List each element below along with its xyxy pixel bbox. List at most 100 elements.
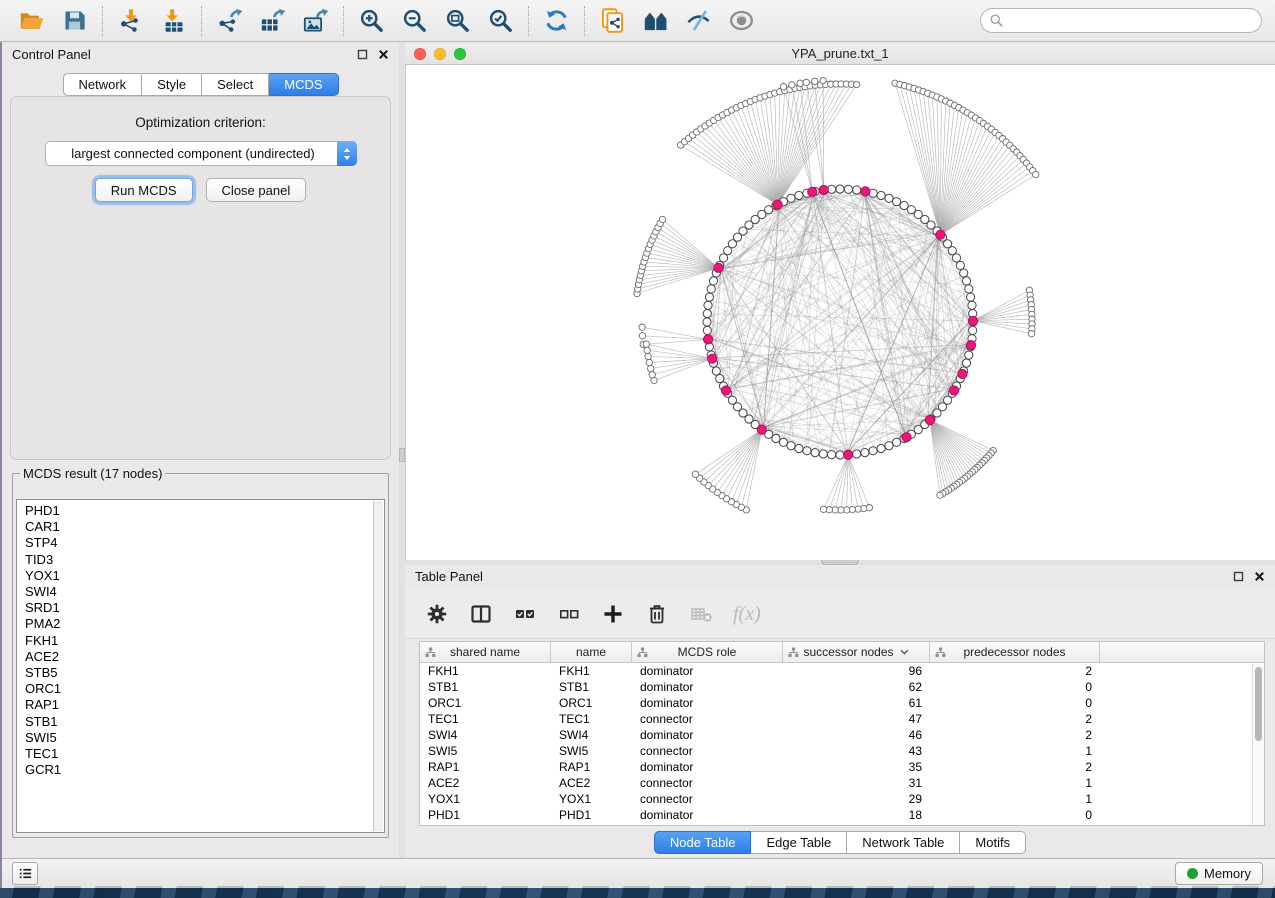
ring-node[interactable] [836,451,844,459]
leaf-node[interactable] [692,471,698,477]
search-neighbors-icon[interactable] [642,7,669,34]
mcds-hub-node[interactable] [958,369,967,378]
tab-node-table[interactable]: Node Table [654,831,752,854]
mcds-hub-node[interactable] [708,354,717,363]
leaf-node[interactable] [812,78,818,84]
leaf-node[interactable] [646,359,652,365]
column-header-successor-nodes[interactable]: successor nodes [783,642,930,662]
ring-node[interactable] [952,254,960,262]
mcds-hub-node[interactable] [902,433,911,442]
mcds-result-item[interactable]: PHD1 [25,503,373,519]
leaf-node[interactable] [639,324,645,330]
mcds-hub-node[interactable] [773,200,782,209]
mcds-list-scrollbar[interactable] [373,501,383,831]
tab-style[interactable]: Style [142,73,202,96]
import-table-icon[interactable] [160,7,187,34]
table-row[interactable]: PHD1PHD1dominator180 [420,807,1264,823]
import-network-icon[interactable] [117,7,144,34]
ring-node[interactable] [703,310,711,318]
leaf-node[interactable] [803,79,809,85]
memory-button[interactable]: Memory [1175,862,1263,885]
scrollbar-thumb[interactable] [1255,667,1262,741]
mcds-result-item[interactable]: TID3 [25,552,373,568]
leaf-node[interactable] [644,347,650,353]
mcds-result-item[interactable]: SRD1 [25,600,373,616]
ring-node[interactable] [893,438,901,446]
leaf-node[interactable] [797,80,803,86]
ring-node[interactable] [877,444,885,452]
mcds-result-item[interactable]: RAP1 [25,697,373,713]
ring-node[interactable] [707,285,715,293]
save-icon[interactable] [61,7,88,34]
zoom-selected-icon[interactable] [487,7,514,34]
network-graph[interactable] [406,65,1275,559]
export-network-icon[interactable] [216,7,243,34]
show-hidden-icon[interactable] [728,7,755,34]
ring-node[interactable] [712,367,720,375]
leaf-node[interactable] [789,82,795,88]
table-row[interactable]: ORC1ORC1dominator610 [420,695,1264,711]
column-header-predecessor-nodes[interactable]: predecessor nodes [930,642,1100,662]
leaf-node[interactable] [937,492,943,498]
ring-node[interactable] [836,185,844,193]
mcds-result-item[interactable]: CAR1 [25,519,373,535]
float-panel-icon[interactable] [357,49,368,60]
table-row[interactable]: SWI4SWI4dominator462 [420,727,1264,743]
ring-node[interactable] [893,198,901,206]
mcds-result-item[interactable]: ORC1 [25,681,373,697]
table-scrollbar[interactable] [1252,664,1264,825]
export-image-icon[interactable] [302,7,329,34]
mcds-result-item[interactable]: PMA2 [25,616,373,632]
select-all-icon[interactable] [513,602,537,626]
hide-graphics-icon[interactable] [685,7,712,34]
zoom-out-icon[interactable] [401,7,428,34]
ring-node[interactable] [885,194,893,202]
network-view[interactable] [405,65,1275,560]
window-minimize-button[interactable] [434,48,446,60]
run-mcds-button[interactable]: Run MCDS [95,178,193,202]
mcds-hub-node[interactable] [844,450,853,459]
tab-motifs[interactable]: Motifs [960,831,1026,854]
table-row[interactable]: ACE2ACE2connector311 [420,775,1264,791]
open-folder-icon[interactable] [18,7,45,34]
mcds-hub-node[interactable] [861,187,870,196]
close-panel-icon[interactable] [1254,571,1265,582]
mcds-result-item[interactable]: TEC1 [25,746,373,762]
task-history-button[interactable] [12,862,38,885]
split-columns-icon[interactable] [469,602,493,626]
mcds-hub-node[interactable] [966,341,975,350]
table-row[interactable]: RAP1RAP1dominator352 [420,759,1264,775]
leaf-node[interactable] [648,365,654,371]
ring-node[interactable] [861,449,869,457]
mcds-result-item[interactable]: YOX1 [25,568,373,584]
mcds-result-item[interactable]: FKH1 [25,633,373,649]
close-panel-button[interactable]: Close panel [206,178,307,202]
window-maximize-button[interactable] [454,48,466,60]
ring-node[interactable] [962,359,970,367]
export-table-icon[interactable] [259,7,286,34]
table-row[interactable]: STB1STB1dominator620 [420,679,1264,695]
leaf-node[interactable] [853,81,859,87]
settings-gear-icon[interactable] [425,602,449,626]
mcds-result-item[interactable]: GCR1 [25,762,373,778]
ring-node[interactable] [819,450,827,458]
mcds-result-item[interactable]: STP4 [25,535,373,551]
column-header-shared-name[interactable]: shared name [420,642,551,662]
ring-node[interactable] [962,277,970,285]
ring-node[interactable] [703,318,711,326]
search-input[interactable] [1004,11,1253,31]
table-row[interactable]: FKH1FKH1dominator962 [420,663,1264,679]
refresh-icon[interactable] [543,7,570,34]
ring-node[interactable] [811,449,819,457]
tab-mcds[interactable]: MCDS [269,73,338,96]
criterion-dropdown[interactable]: largest connected component (undirected) [45,141,357,166]
ring-node[interactable] [853,450,861,458]
mcds-hub-node[interactable] [704,335,713,344]
mcds-result-item[interactable]: SWI4 [25,584,373,600]
tab-select[interactable]: Select [202,73,269,96]
ring-node[interactable] [869,447,877,455]
mcds-hub-node[interactable] [819,185,828,194]
table-row[interactable]: TEC1TEC1connector472 [420,711,1264,727]
ring-node[interactable] [787,442,795,450]
mcds-result-item[interactable]: STB5 [25,665,373,681]
